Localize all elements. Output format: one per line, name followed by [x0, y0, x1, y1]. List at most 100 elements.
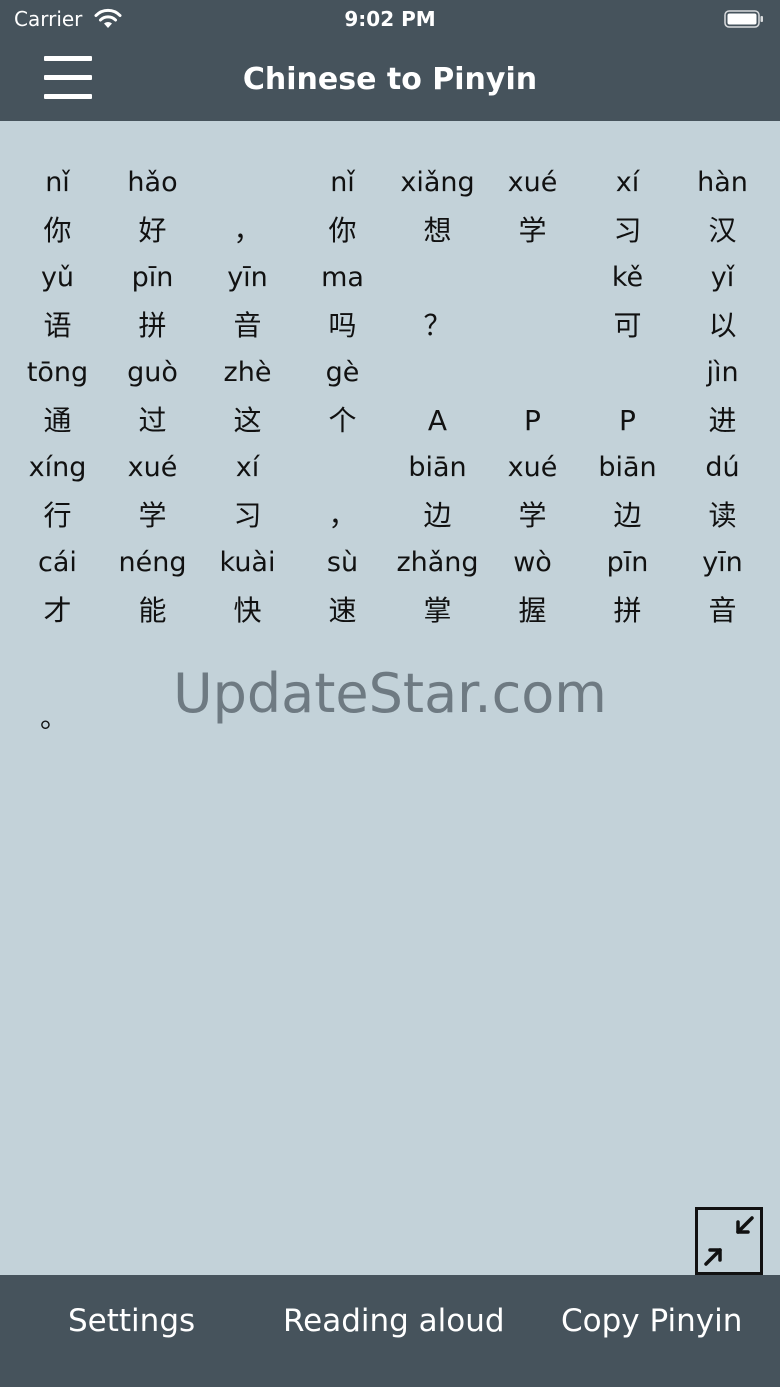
character-cell: xué 学 — [485, 445, 580, 540]
character-cell: P — [485, 350, 580, 445]
pinyin-text: nǐ — [45, 167, 70, 198]
pinyin-text — [485, 255, 580, 301]
hanzi-text: ， — [328, 499, 357, 532]
collapse-arrows-icon — [704, 1216, 754, 1266]
character-cell: cái 才 — [10, 540, 105, 635]
hanzi-text: 能 — [138, 594, 167, 627]
copy-pinyin-button[interactable]: Copy Pinyin — [561, 1303, 742, 1339]
hanzi-text: 习 — [233, 499, 262, 532]
hanzi-text: 汉 — [708, 214, 737, 247]
hanzi-text: 这 — [233, 404, 262, 437]
character-cell: pīn 拼 — [105, 255, 200, 350]
character-cell: kuài 快 — [200, 540, 295, 635]
page-title: Chinese to Pinyin — [242, 62, 538, 97]
pinyin-text: xíng — [28, 452, 87, 483]
character-cell: yīn 音 — [675, 540, 770, 635]
pinyin-text: kě — [611, 262, 644, 293]
character-cell: gè 个 — [295, 350, 390, 445]
hanzi-text: 通 — [43, 404, 72, 437]
hanzi-text: 音 — [233, 309, 262, 342]
hanzi-text: 个 — [328, 404, 357, 437]
character-cell: guò 过 — [105, 350, 200, 445]
pinyin-text — [295, 445, 390, 491]
character-cell: tōng 通 — [10, 350, 105, 445]
character-cell: néng 能 — [105, 540, 200, 635]
battery-icon — [724, 10, 763, 28]
watermark-text: UpdateStar.com — [173, 662, 607, 725]
pinyin-text: yǔ — [40, 262, 75, 293]
reading-aloud-button[interactable]: Reading aloud — [283, 1303, 505, 1339]
character-cell: pīn 拼 — [580, 540, 675, 635]
pinyin-text: xí — [615, 167, 640, 198]
character-cell: biān 边 — [390, 445, 485, 540]
pinyin-text: nǐ — [330, 167, 355, 198]
settings-button[interactable]: Settings — [68, 1303, 195, 1339]
collapse-button[interactable] — [695, 1207, 763, 1275]
pinyin-text: pīn — [606, 547, 649, 578]
hanzi-text: 你 — [328, 214, 357, 247]
pinyin-text — [390, 255, 485, 301]
character-cell: zhǎng 掌 — [390, 540, 485, 635]
pinyin-text: xiǎng — [400, 167, 475, 198]
pinyin-text: yīn — [702, 547, 743, 578]
hanzi-text: 吗 — [328, 309, 357, 342]
hanzi-text — [485, 301, 580, 350]
pinyin-grid: nǐ 你 hǎo 好， nǐ 你 xiǎng 想 xué 学 xí 习 hàn 汉 yǔ 语 pīn 拼 yīn 音 m… — [10, 160, 770, 635]
character-cell: biān 边 — [580, 445, 675, 540]
character-cell: ma 吗 — [295, 255, 390, 350]
top-bar: Carrier 9:02 PM Chinese to Pinyin — [0, 0, 780, 121]
pinyin-text: jìn — [706, 357, 739, 388]
hanzi-text: 好 — [138, 214, 167, 247]
character-cell: zhè 这 — [200, 350, 295, 445]
pinyin-text: tōng — [26, 357, 89, 388]
hanzi-text: 以 — [708, 309, 737, 342]
pinyin-text: biān — [598, 452, 657, 483]
hanzi-text: 语 — [43, 309, 72, 342]
hanzi-text: 掌 — [423, 594, 452, 627]
pinyin-text: xué — [127, 452, 178, 483]
character-cell: xué 学 — [105, 445, 200, 540]
pinyin-text: wò — [513, 547, 552, 578]
hanzi-text: 学 — [138, 499, 167, 532]
hanzi-text: ， — [233, 214, 262, 247]
bottom-toolbar: Settings Reading aloud Copy Pinyin — [0, 1275, 780, 1387]
pinyin-text: dú — [705, 452, 740, 483]
character-cell: xiǎng 想 — [390, 160, 485, 255]
pinyin-text: hǎo — [127, 167, 178, 198]
hanzi-text: 你 — [43, 214, 72, 247]
hanzi-text: 边 — [613, 499, 642, 532]
hanzi-text: 拼 — [138, 309, 167, 342]
character-cell: hǎo 好 — [105, 160, 200, 255]
character-cell: yīn 音 — [200, 255, 295, 350]
character-cell: xí 习 — [580, 160, 675, 255]
hanzi-text: 读 — [708, 499, 737, 532]
character-cell: ， — [200, 160, 295, 255]
hanzi-text: 学 — [518, 214, 547, 247]
pinyin-text: zhè — [223, 357, 272, 388]
pinyin-text: xí — [235, 452, 260, 483]
character-cell: dú 读 — [675, 445, 770, 540]
character-cell: nǐ 你 — [10, 160, 105, 255]
character-cell: hàn 汉 — [675, 160, 770, 255]
character-cell: nǐ 你 — [295, 160, 390, 255]
pinyin-text: ma — [321, 262, 364, 293]
hanzi-text: 握 — [518, 594, 547, 627]
pinyin-text: kuài — [219, 547, 276, 578]
character-cell: ， — [295, 445, 390, 540]
character-cell: yǔ 语 — [10, 255, 105, 350]
pinyin-text: néng — [118, 547, 187, 578]
hanzi-text: 拼 — [613, 594, 642, 627]
hanzi-text: 才 — [43, 594, 72, 627]
pinyin-text — [485, 350, 580, 396]
pinyin-text: pīn — [131, 262, 174, 293]
hanzi-text: ？ — [423, 309, 452, 342]
pinyin-text — [390, 350, 485, 396]
character-cell: xué 学 — [485, 160, 580, 255]
pinyin-text: xué — [507, 167, 558, 198]
pinyin-text: sù — [326, 547, 359, 578]
character-cell: ？ — [390, 255, 485, 350]
hanzi-text: 习 — [613, 214, 642, 247]
pinyin-text: guò — [127, 357, 178, 388]
hanzi-text: P — [524, 404, 541, 437]
hanzi-text: 行 — [43, 499, 72, 532]
